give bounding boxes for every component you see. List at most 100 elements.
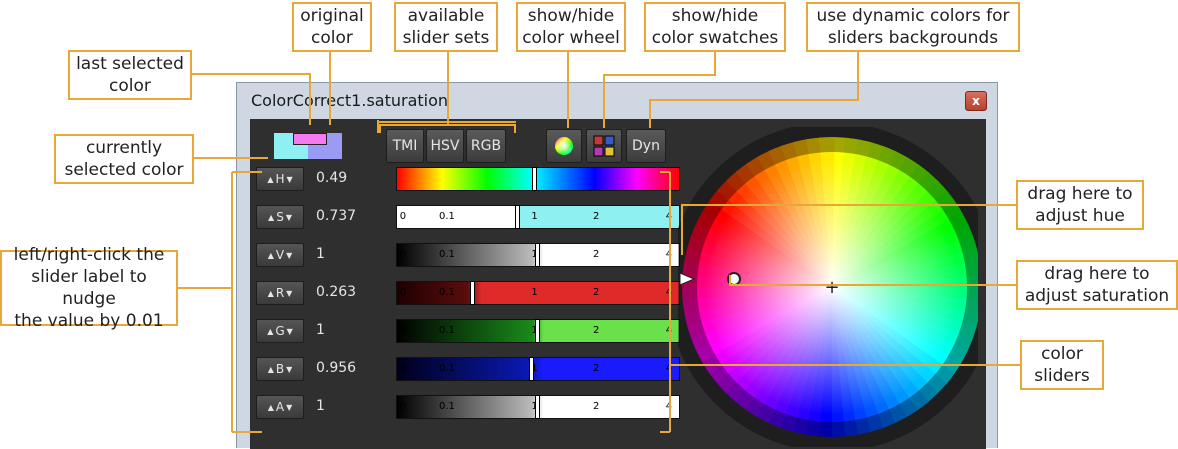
nudge-down-icon: ▼ — [286, 402, 293, 412]
slider-tick-label: 4 — [665, 287, 673, 298]
slider-label-s[interactable]: ▲ S ▼ — [256, 205, 304, 229]
slider-tick-label: 0.1 — [439, 401, 455, 412]
rgb-button[interactable]: RGB — [466, 129, 506, 163]
window-title: ColorCorrect1.saturation — [251, 91, 449, 110]
slider-tick-label: 4 — [665, 401, 673, 412]
nudge-up-icon: ▲ — [267, 402, 274, 412]
slider-thumb[interactable] — [469, 281, 475, 305]
dyn-button[interactable]: Dyn — [626, 129, 666, 163]
wheel-center-marker: + — [824, 277, 839, 298]
nudge-down-icon: ▼ — [286, 288, 293, 298]
nudge-up-icon: ▲ — [267, 174, 274, 184]
nudge-up-icon: ▲ — [267, 250, 274, 260]
slider-tick-label: 4 — [665, 211, 673, 222]
slider-label-text: H — [275, 172, 285, 186]
color-wheel-toggle[interactable] — [546, 129, 582, 163]
slider-label-a[interactable]: ▲ A ▼ — [256, 395, 304, 419]
slider-tick-label: 0 — [399, 249, 407, 260]
slider-tick-label: 1 — [531, 211, 538, 222]
swatches-icon — [593, 135, 615, 157]
hsv-button[interactable]: HSV — [426, 129, 464, 163]
slider-tick-label: 0 — [399, 287, 407, 298]
slider-label-text: B — [275, 362, 285, 376]
slider-value-a[interactable]: 1 — [316, 398, 325, 414]
slider-thumb[interactable] — [532, 167, 538, 191]
slider-track-g[interactable]: 00.1124 — [396, 319, 680, 343]
nudge-down-icon: ▼ — [286, 250, 293, 260]
nudge-down-icon: ▼ — [286, 364, 293, 374]
slider-tick-label: 2 — [593, 287, 600, 298]
slider-track-r[interactable]: 0 0.1 1 2 4 — [396, 281, 680, 305]
slider-tick-label: 0 — [399, 363, 407, 374]
nudge-up-icon: ▲ — [267, 326, 274, 336]
slider-tick-label: 0.1 — [439, 287, 455, 298]
slider-track-v[interactable]: 00.1124 — [396, 243, 680, 267]
slider-label-h[interactable]: ▲ H ▼ — [256, 167, 304, 191]
close-button[interactable]: x — [965, 91, 987, 111]
slider-label-text: V — [275, 248, 285, 262]
nudge-down-icon: ▼ — [286, 174, 293, 184]
color-wheel-callout: show/hide color wheel — [516, 2, 626, 52]
nudge-down-icon: ▼ — [285, 212, 292, 222]
last-selected-swatch[interactable] — [293, 133, 327, 145]
dynamic-colors-callout: use dynamic colors for sliders backgroun… — [806, 2, 1020, 52]
color-wheel[interactable]: + — [678, 127, 978, 447]
slider-tick-label: 0 — [399, 211, 407, 222]
slider-tick-label: 2 — [593, 363, 600, 374]
slider-label-text: G — [275, 324, 285, 338]
nudge-up-icon: ▲ — [268, 212, 275, 222]
slider-value-s[interactable]: 0.737 — [316, 208, 356, 224]
slider-label-text: R — [275, 286, 285, 300]
slider-label-b[interactable]: ▲ B ▼ — [256, 357, 304, 381]
nudge-down-icon: ▼ — [286, 326, 293, 336]
slider-tick-label: 2 — [593, 211, 600, 222]
slider-label-r[interactable]: ▲ R ▼ — [256, 281, 304, 305]
tmi-button[interactable]: TMI — [386, 129, 424, 163]
slider-thumb[interactable] — [535, 395, 540, 419]
swatches-toggle[interactable] — [586, 129, 622, 163]
slider-track-b[interactable]: 0 0.1 1 2 4 — [396, 357, 680, 381]
slider-tick-label: 0.1 — [439, 211, 455, 222]
slider-tick-label: 4 — [665, 249, 673, 260]
slider-value-b[interactable]: 0.956 — [316, 360, 356, 376]
slider-thumb[interactable] — [535, 319, 540, 343]
slider-value-r[interactable]: 0.263 — [316, 284, 356, 300]
slider-tick-label: 2 — [593, 401, 600, 412]
slider-value-g[interactable]: 1 — [316, 322, 325, 338]
slider-tick-label: 2 — [593, 249, 600, 260]
slider-track-s[interactable]: 0 0.1 1 2 4 — [396, 205, 680, 229]
saturation-handle[interactable] — [727, 272, 741, 286]
slider-thumb[interactable] — [528, 357, 534, 381]
slider-thumb[interactable] — [514, 205, 520, 229]
slider-label-text: A — [275, 400, 285, 414]
slider-tick-label: 0.1 — [439, 249, 455, 260]
slider-tick-label: 0.1 — [439, 363, 455, 374]
slider-track-a[interactable]: 00.1124 — [396, 395, 680, 419]
color-sliders-callout: color sliders — [1020, 340, 1104, 390]
slider-sets-callout: available slider sets — [394, 2, 498, 52]
slider-tick-label: 0 — [399, 325, 407, 336]
slider-tick-label: 2 — [593, 325, 600, 336]
slider-tick-label: 4 — [665, 325, 673, 336]
currently-selected-callout: currently selected color — [54, 134, 194, 184]
adjust-hue-callout: drag here to adjust hue — [1016, 180, 1144, 230]
nudge-up-icon: ▲ — [267, 364, 274, 374]
swatches-callout: show/hide color swatches — [644, 2, 786, 52]
slider-thumb[interactable] — [535, 243, 540, 267]
color-wheel-icon — [555, 137, 573, 155]
slider-label-g[interactable]: ▲ G ▼ — [256, 319, 304, 343]
slider-tick-label: 1 — [531, 287, 538, 298]
color-correct-window: ColorCorrect1.saturation x TMI HSV RGB D… — [236, 82, 998, 449]
nudge-up-icon: ▲ — [267, 288, 274, 298]
last-selected-callout: last selected color — [68, 50, 192, 100]
color-panel: TMI HSV RGB Dyn ▲ H ▼ 0.49 ▲ S ▼ 0.737 0… — [250, 119, 986, 449]
slider-tick-label: 4 — [665, 363, 673, 374]
adjust-saturation-callout: drag here to adjust saturation — [1016, 260, 1178, 310]
slider-value-h[interactable]: 0.49 — [316, 170, 347, 186]
slider-value-v[interactable]: 1 — [316, 246, 325, 262]
slider-label-v[interactable]: ▲ V ▼ — [256, 243, 304, 267]
slider-track-h[interactable] — [396, 167, 680, 191]
slider-tick-label: 0.1 — [439, 325, 455, 336]
original-color-callout: original color — [292, 2, 372, 52]
slider-tick-label: 0 — [399, 401, 407, 412]
